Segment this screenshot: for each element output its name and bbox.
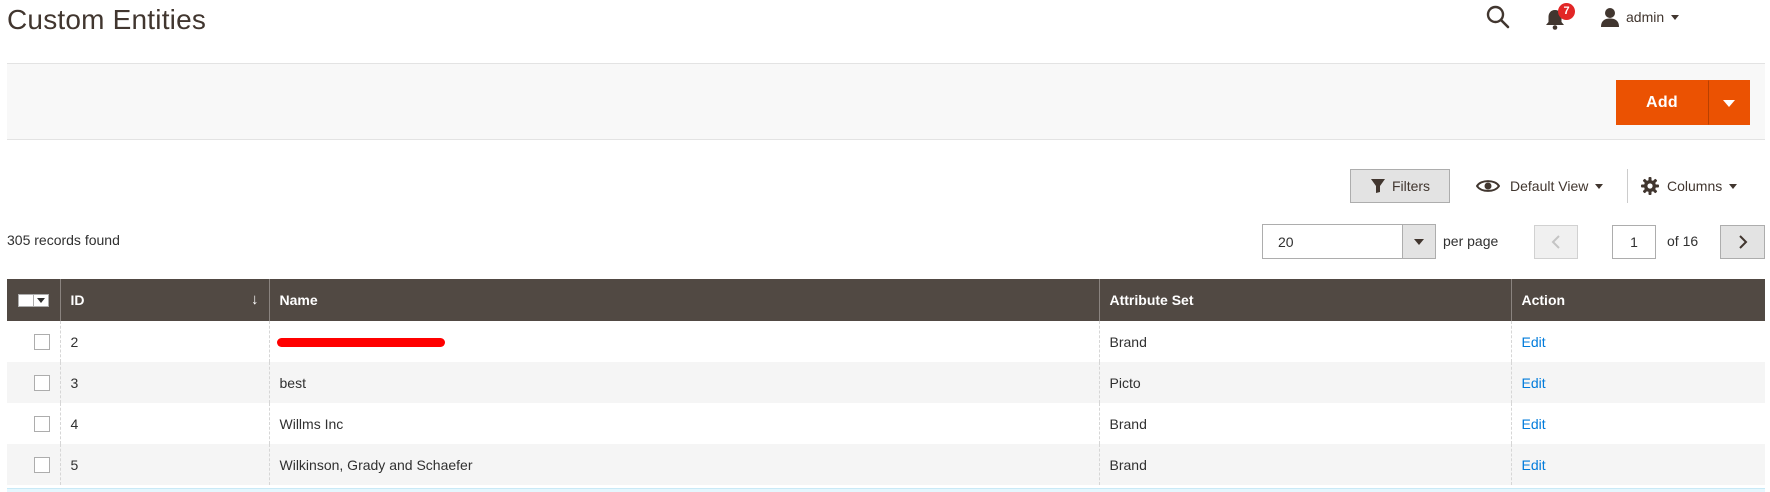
column-header-action: Action [1510, 279, 1765, 321]
row-checkbox[interactable] [34, 456, 50, 473]
attribute-set-cell: Brand [1098, 321, 1511, 362]
chevron-down-icon [1729, 183, 1738, 189]
row-checkbox[interactable] [34, 415, 50, 432]
row-select-cell [7, 444, 60, 485]
columns-button[interactable]: Columns [1641, 173, 1738, 199]
attribute-set-cell: Brand [1098, 444, 1511, 485]
mass-select-header [7, 279, 60, 321]
edit-link[interactable]: Edit [1522, 416, 1546, 432]
column-header-attribute-set-label: Attribute Set [1109, 292, 1194, 308]
per-page-toggle[interactable] [1402, 225, 1435, 258]
columns-label: Columns [1667, 178, 1723, 194]
chevron-down-icon [1671, 14, 1680, 20]
table-row: 3 best Picto Edit [7, 362, 1765, 403]
page-total: of 16 [1667, 233, 1699, 249]
edit-link[interactable]: Edit [1522, 334, 1546, 350]
action-cell: Edit [1510, 362, 1765, 403]
chevron-left-icon [1551, 235, 1560, 249]
user-icon [1601, 8, 1619, 27]
pagination: 20 per page of 16 [1262, 224, 1770, 260]
row-select-cell [7, 403, 60, 444]
add-options-toggle[interactable] [1708, 80, 1750, 125]
gear-icon [1641, 177, 1659, 195]
name-cell: best [268, 362, 1099, 403]
divider [1627, 169, 1628, 203]
table-row: 4 Willms Inc Brand Edit [7, 403, 1765, 444]
previous-page-button[interactable] [1534, 225, 1578, 259]
row-checkbox[interactable] [34, 333, 50, 350]
user-menu[interactable]: admin [1600, 4, 1680, 30]
table-row: 5 Wilkinson, Grady and Schaefer Brand Ed… [7, 444, 1765, 485]
records-count: 305 records found [7, 232, 120, 248]
page-number-input[interactable] [1612, 225, 1656, 259]
view-switcher[interactable]: Default View [1476, 173, 1604, 199]
row-checkbox[interactable] [34, 374, 50, 391]
edit-link[interactable]: Edit [1522, 457, 1546, 473]
per-page-label: per page [1443, 233, 1499, 249]
table-row: 2 Brand Edit [7, 321, 1765, 362]
edit-link[interactable]: Edit [1522, 375, 1546, 391]
grid-controls: Filters Default View Columns [1350, 169, 1770, 205]
name-cell [268, 321, 1099, 362]
id-cell: 2 [59, 321, 269, 362]
grid-header-row: ID ↓ Name Attribute Set Action [7, 279, 1765, 321]
id-cell: 4 [59, 403, 269, 444]
page-title: Custom Entities [7, 4, 207, 35]
row-select-cell [7, 321, 60, 362]
sort-arrow-icon: ↓ [251, 291, 259, 308]
admin-header-actions: 7 admin [1350, 0, 1770, 34]
notifications-button[interactable]: 7 [1544, 3, 1575, 32]
mass-select-toggle[interactable] [34, 293, 49, 307]
mass-select-checkbox[interactable] [18, 293, 34, 307]
row-select-cell [7, 362, 60, 403]
next-row-partial [7, 488, 1765, 492]
column-header-id-label: ID [70, 292, 85, 308]
name-cell: Willms Inc [268, 403, 1099, 444]
add-split-button: Add [1616, 80, 1750, 125]
chevron-right-icon [1738, 235, 1747, 249]
redacted-name [276, 338, 445, 348]
per-page-select[interactable]: 20 [1262, 224, 1436, 259]
action-cell: Edit [1510, 403, 1765, 444]
column-header-name[interactable]: Name [268, 279, 1099, 321]
user-name: admin [1626, 9, 1665, 25]
chevron-down-icon [1595, 183, 1604, 189]
id-cell: 5 [59, 444, 269, 485]
entities-grid: ID ↓ Name Attribute Set Action 2 Brand E… [7, 279, 1765, 485]
add-button[interactable]: Add [1616, 80, 1708, 125]
search-icon[interactable] [1485, 4, 1511, 30]
chevron-down-icon [1414, 238, 1424, 245]
filter-icon [1370, 179, 1385, 193]
filters-label: Filters [1391, 178, 1431, 194]
mass-select-dropdown[interactable] [18, 293, 50, 307]
column-header-id[interactable]: ID ↓ [59, 279, 269, 321]
column-header-attribute-set[interactable]: Attribute Set [1098, 279, 1511, 321]
page-actions-bar: Add [7, 63, 1765, 140]
notifications-badge: 7 [1558, 3, 1575, 20]
action-cell: Edit [1510, 321, 1765, 362]
column-header-action-label: Action [1521, 292, 1566, 308]
name-cell: Wilkinson, Grady and Schaefer [268, 444, 1099, 485]
attribute-set-cell: Picto [1098, 362, 1511, 403]
column-header-name-label: Name [279, 292, 318, 308]
chevron-down-icon [1723, 100, 1735, 107]
chevron-down-icon [37, 297, 45, 303]
per-page-value: 20 [1278, 234, 1294, 250]
next-page-button[interactable] [1720, 225, 1765, 259]
view-label: Default View [1510, 178, 1589, 194]
action-cell: Edit [1510, 444, 1765, 485]
attribute-set-cell: Brand [1098, 403, 1511, 444]
id-cell: 3 [59, 362, 269, 403]
eye-icon [1476, 180, 1500, 192]
filters-button[interactable]: Filters [1350, 169, 1450, 203]
